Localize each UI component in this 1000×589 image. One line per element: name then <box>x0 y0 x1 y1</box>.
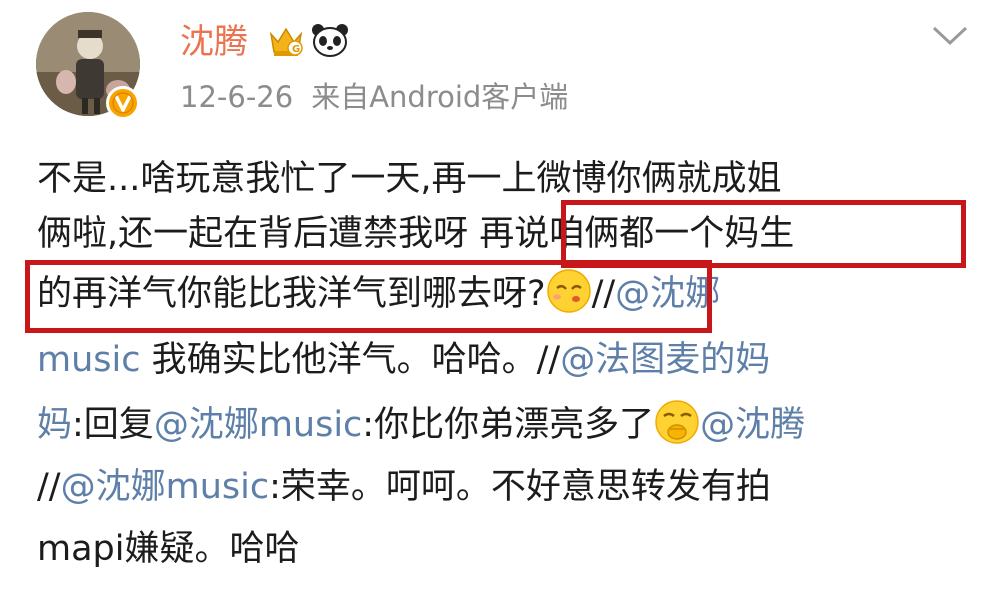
vip-crown-icon[interactable]: G <box>268 24 304 58</box>
panda-icon[interactable] <box>310 22 350 58</box>
text-span: // <box>37 467 61 507</box>
highlight-box <box>561 200 966 268</box>
content-line: mapi嫌疑。哈哈 <box>37 524 299 574</box>
author-name[interactable]: 沈腾 <box>180 22 248 62</box>
text-span: 俩啦,还一起在背后遭禁我呀 <box>37 214 480 254</box>
post-date: 12-6-26 <box>180 80 294 114</box>
mention-link[interactable]: 妈 <box>37 405 72 445</box>
content-line: music 我确实比他洋气。哈哈。//@法图麦的妈 <box>37 335 770 385</box>
post-source[interactable]: 来自Android客户端 <box>311 80 568 114</box>
mention-link[interactable]: music <box>37 340 140 380</box>
mention-link[interactable]: @沈腾 <box>700 405 805 445</box>
text-span: :你比你弟漂亮多了 <box>362 405 655 445</box>
highlight-box <box>25 260 712 333</box>
content-line: 妈:回复@沈娜music:你比你弟漂亮多了 @沈腾 <box>37 399 805 449</box>
text-span: :荣幸。呵呵。不好意思转发有拍 <box>269 467 771 507</box>
content-line: //@沈娜music:荣幸。呵呵。不好意思转发有拍 <box>37 462 771 512</box>
mention-link[interactable]: @沈娜music <box>61 467 269 507</box>
content-line: 不是...啥玩意我忙了一天,再一上微博你俩就成姐 <box>37 154 782 204</box>
mention-link[interactable]: @沈娜music <box>154 405 362 445</box>
svg-text:G: G <box>292 44 300 55</box>
chevron-down-icon[interactable] <box>931 24 969 48</box>
text-span: mapi嫌疑。哈哈 <box>37 529 300 569</box>
text-span: 我确实比他洋气。哈哈。// <box>140 340 561 380</box>
text-span: :回复 <box>72 405 154 445</box>
weibo-post-card: 沈腾 G 12-6-26 来自Android客户端 不是...啥玩意我忙了一天,再… <box>0 0 1000 589</box>
text-span: 不是...啥玩意我忙了一天,再一上微博你俩就成姐 <box>37 159 782 199</box>
mention-link[interactable]: @法图麦的妈 <box>560 340 770 380</box>
post-meta: 12-6-26 来自Android客户端 <box>180 78 568 116</box>
shy-emoji-icon <box>655 400 699 444</box>
verified-badge-icon <box>106 86 140 120</box>
